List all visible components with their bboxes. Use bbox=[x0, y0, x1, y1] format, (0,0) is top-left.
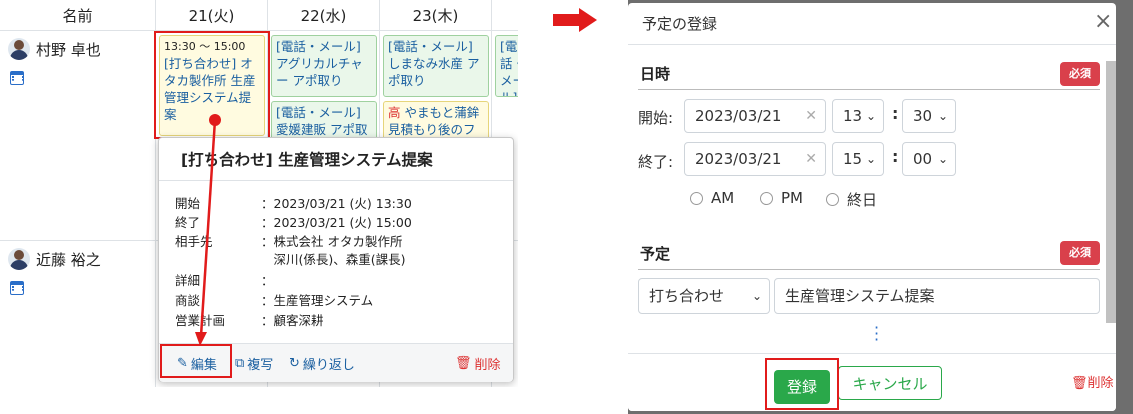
clear-icon[interactable]: ✕ bbox=[805, 100, 817, 132]
chevron-down-icon: ⌄ bbox=[865, 109, 876, 123]
required-badge: 必須 bbox=[1060, 62, 1100, 86]
radio-pm[interactable]: PM bbox=[760, 189, 803, 207]
schedule-dialog: 予定の登録 × 日時 必須 開始: 2023/03/21 ✕ 13 ⌄ : 30 ⌄ … bbox=[628, 3, 1116, 411]
right-arrow-icon bbox=[553, 8, 597, 32]
radio-am[interactable]: AM bbox=[690, 189, 734, 207]
cancel-button[interactable]: キャンセル bbox=[838, 366, 942, 400]
divider bbox=[628, 44, 1116, 45]
end-label: 終了: bbox=[638, 153, 674, 171]
section-divider bbox=[638, 269, 1100, 270]
section-datetime: 日時 bbox=[640, 65, 671, 83]
dialog-title: 予定の登録 bbox=[642, 15, 718, 33]
start-label: 開始: bbox=[638, 109, 674, 127]
highlight-box bbox=[765, 358, 839, 410]
trash-icon: 🗑 bbox=[1071, 376, 1088, 391]
chevron-down-icon: ⌄ bbox=[751, 289, 762, 303]
category-select[interactable]: 打ち合わせ ⌄ bbox=[638, 278, 770, 314]
radio-circle bbox=[690, 191, 703, 205]
connector-arrow bbox=[195, 119, 217, 346]
end-date-field[interactable]: 2023/03/21 ✕ bbox=[684, 142, 826, 176]
chevron-down-icon: ⌄ bbox=[865, 152, 876, 166]
start-date-field[interactable]: 2023/03/21 ✕ bbox=[684, 99, 826, 133]
calendar-view: 名前 21(火) 22(水) 23(木) 村野 卓也 近藤 裕之 13:30 〜… bbox=[0, 0, 518, 387]
more-icon: · · · bbox=[874, 318, 880, 349]
start-hour-select[interactable]: 13 ⌄ bbox=[832, 99, 884, 133]
radio-circle bbox=[760, 191, 773, 205]
chevron-down-icon: ⌄ bbox=[937, 109, 948, 123]
radio-allday[interactable]: 終日 bbox=[826, 189, 877, 210]
end-minute-select[interactable]: 00 ⌄ bbox=[902, 142, 956, 176]
delete-button[interactable]: 🗑削除 bbox=[1071, 372, 1114, 391]
required-badge: 必須 bbox=[1060, 241, 1100, 265]
section-schedule: 予定 bbox=[640, 245, 671, 263]
time-colon: : bbox=[892, 147, 899, 166]
dialog-footer: 登録 キャンセル 🗑削除 bbox=[628, 353, 1116, 411]
radio-circle bbox=[826, 193, 839, 206]
scrollbar[interactable] bbox=[1106, 61, 1116, 323]
chevron-down-icon: ⌄ bbox=[937, 152, 948, 166]
section-divider bbox=[638, 89, 1100, 90]
start-minute-select[interactable]: 30 ⌄ bbox=[902, 99, 956, 133]
clear-icon[interactable]: ✕ bbox=[805, 143, 817, 175]
subject-input[interactable]: 生産管理システム提案 bbox=[774, 278, 1100, 314]
end-hour-select[interactable]: 15 ⌄ bbox=[832, 142, 884, 176]
time-colon: : bbox=[892, 104, 899, 123]
close-icon[interactable]: × bbox=[1094, 11, 1112, 33]
